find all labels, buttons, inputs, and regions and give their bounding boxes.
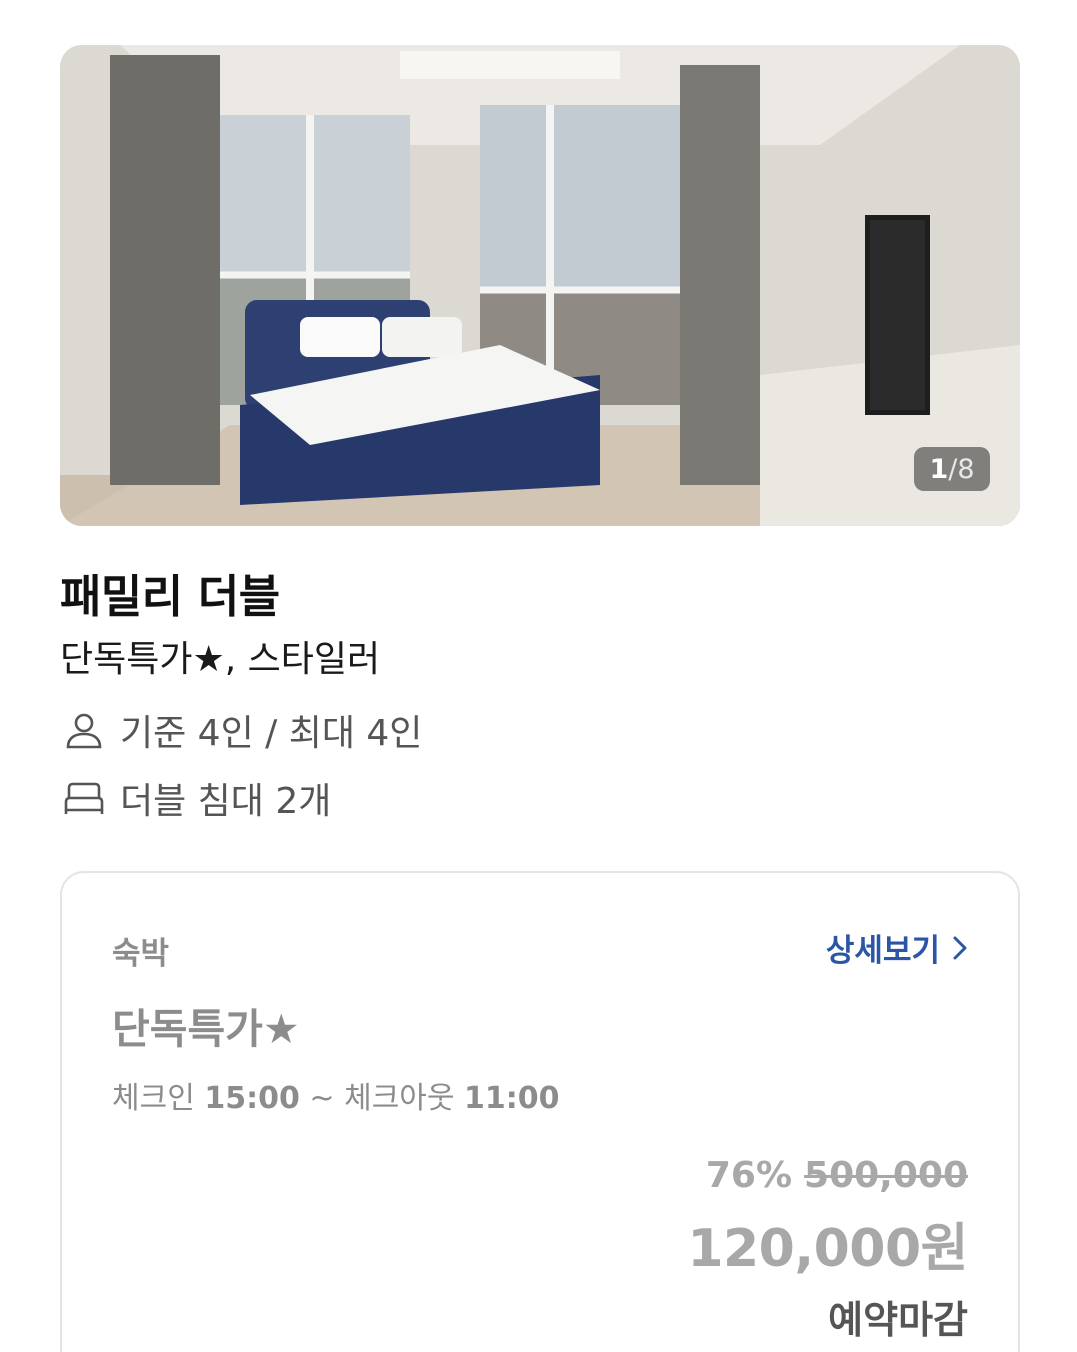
room-subtitle: 단독특가★, 스타일러: [60, 639, 381, 680]
room-photo: [60, 45, 1020, 526]
checkin-label: 체크인: [112, 1081, 195, 1116]
bed-text: 더블 침대 2개: [120, 781, 332, 822]
room-photo-carousel[interactable]: 1 / 8: [60, 45, 1020, 526]
image-counter: 1 / 8: [914, 447, 990, 491]
bed-icon: [60, 774, 108, 822]
view-details-label: 상세보기: [825, 933, 940, 969]
image-counter-current: 1: [929, 453, 949, 485]
sold-out-status: 예약마감: [828, 1298, 968, 1342]
room-title: 패밀리 더블: [60, 570, 280, 623]
capacity-text: 기준 4인 / 최대 4인: [120, 713, 423, 754]
capacity-row: 기준 4인 / 최대 4인: [60, 704, 422, 756]
bed-row: 더블 침대 2개: [60, 772, 331, 824]
stay-type-label: 숙박: [112, 936, 170, 972]
rate-plan-name: 단독특가★: [112, 1005, 300, 1053]
rate-plan-card: 숙박 상세보기 단독특가★ 체크인 15:00 ~ 체크아웃 11:00 76%…: [60, 871, 1020, 1352]
discount-rate: 76%: [705, 1155, 793, 1196]
image-counter-total: 8: [957, 453, 975, 485]
discount-line: 76% 500,000: [687, 1155, 968, 1196]
price-box: 76% 500,000 120,000원 예약마감: [687, 1155, 968, 1344]
checkin-checkout-times: 체크인 15:00 ~ 체크아웃 11:00: [112, 1073, 560, 1117]
checkout-time: 11:00: [464, 1081, 560, 1116]
time-range-tilde: ~: [309, 1081, 335, 1116]
person-icon: [60, 706, 108, 754]
checkout-label: 체크아웃: [344, 1081, 455, 1116]
view-details-link[interactable]: 상세보기: [826, 925, 968, 970]
image-counter-separator: /: [948, 453, 958, 485]
original-price: 500,000: [804, 1155, 968, 1196]
chevron-right-icon: [952, 935, 968, 961]
checkin-time: 15:00: [204, 1081, 300, 1116]
final-price: 120,000원: [687, 1219, 968, 1279]
